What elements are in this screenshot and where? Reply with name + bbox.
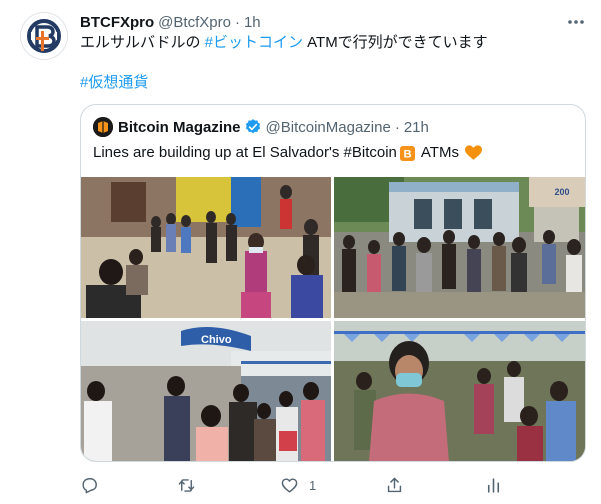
share-button[interactable] <box>385 474 414 496</box>
quote-author-handle[interactable]: @BitcoinMagazine <box>266 119 391 136</box>
quote-text-end: ATMs <box>420 144 459 161</box>
heart-icon <box>281 477 298 493</box>
tweet-text-before: エルサルバドルの <box>80 34 205 51</box>
quoted-tweet[interactable]: Bitcoin Magazine @BitcoinMagazine · 21h … <box>80 104 586 462</box>
author-handle[interactable]: @BtcfXpro <box>158 14 231 31</box>
quote-header: Bitcoin Magazine @BitcoinMagazine · 21h <box>93 117 429 137</box>
timestamp[interactable]: 1h <box>244 14 261 31</box>
analytics-button[interactable] <box>484 474 503 496</box>
avatar[interactable] <box>20 12 68 60</box>
quote-separator: · <box>394 118 400 136</box>
tweet-header: BTCFXpro @BtcfXpro · 1h <box>80 12 261 32</box>
quote-author-name[interactable]: Bitcoin Magazine <box>118 119 241 136</box>
reply-icon <box>82 477 97 493</box>
author-name[interactable]: BTCFXpro <box>80 14 154 31</box>
quote-avatar[interactable] <box>93 117 113 137</box>
retweet-button[interactable] <box>177 474 206 496</box>
more-icon[interactable] <box>566 12 586 32</box>
photo-1[interactable] <box>81 177 331 318</box>
bitcoin-emoji-icon: B <box>399 145 415 161</box>
action-bar: 1 <box>80 474 520 496</box>
retweet-icon <box>178 478 195 492</box>
like-button[interactable]: 1 <box>280 474 316 496</box>
verified-badge-icon <box>245 119 260 134</box>
svg-text:Chivo: Chivo <box>201 334 232 346</box>
photo-4[interactable] <box>334 321 585 461</box>
share-icon <box>387 477 402 492</box>
orange-heart-emoji-icon <box>464 145 482 160</box>
separator: · <box>234 13 240 31</box>
hashtag-link-bitcoin[interactable]: #ビットコイン <box>205 34 303 51</box>
photo-3[interactable]: Chivo <box>81 321 331 461</box>
tweet[interactable]: BTCFXpro @BtcfXpro · 1h エルサルバドルの #ビットコイン… <box>0 0 601 504</box>
reply-button[interactable] <box>80 474 109 496</box>
svg-text:200: 200 <box>554 187 569 197</box>
tweet-text-after: ATMで行列ができています <box>302 34 488 51</box>
quote-text-main: Lines are building up at El Salvador's #… <box>93 144 397 161</box>
hashtag-link-crypto[interactable]: #仮想通貨 <box>80 73 148 93</box>
like-count: 1 <box>309 477 317 493</box>
quote-text: Lines are building up at El Salvador's #… <box>93 143 482 163</box>
svg-text:B: B <box>403 148 411 160</box>
media-grid: 200 Chivo <box>81 177 585 461</box>
photo-2[interactable]: 200 <box>334 177 585 318</box>
quote-timestamp[interactable]: 21h <box>404 119 429 136</box>
analytics-icon <box>487 477 500 493</box>
tweet-text: エルサルバドルの #ビットコイン ATMで行列ができています <box>80 33 488 53</box>
